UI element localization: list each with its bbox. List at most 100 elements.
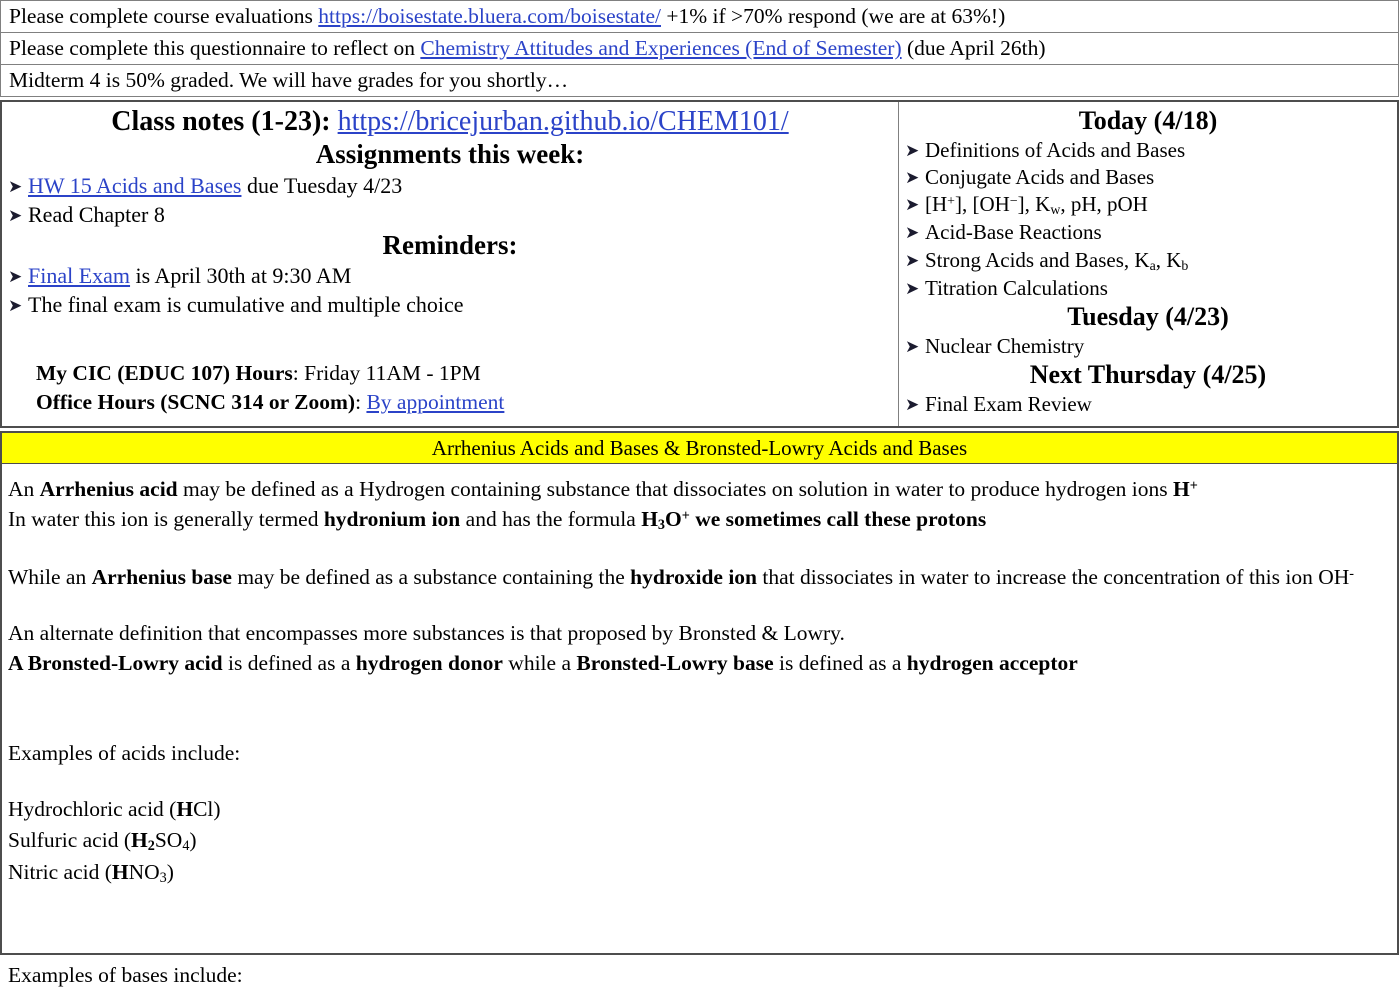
text-fragment: may be defined as a Hydrogen containing … <box>177 477 1173 501</box>
arrow-bullet-icon: ➤ <box>8 296 23 316</box>
announcement-text-post: +1% if >70% respond (we are at 63%!) <box>661 4 1006 28</box>
acid-name: Sulfuric acid ( <box>8 827 131 852</box>
acid-example-item: Hydrochloric acid (HCl) <box>8 794 1391 824</box>
term-arrhenius-acid: Arrhenius acid <box>39 477 178 501</box>
hw15-link[interactable]: HW 15 Acids and Bases <box>28 173 241 198</box>
term-arrhenius-base: Arrhenius base <box>91 565 232 590</box>
text-fragment: that dissociates in water to increase th… <box>757 565 1355 590</box>
agenda-item: ➤ Conjugate Acids and Bases <box>905 164 1391 191</box>
bases-examples-heading: Examples of bases include: <box>8 963 243 988</box>
questionnaire-link[interactable]: Chemistry Attitudes and Experiences (End… <box>420 36 901 60</box>
reminders-heading: Reminders: <box>382 229 518 260</box>
announcement-text-post: (due April 26th) <box>901 36 1046 60</box>
announcements-list: Please complete course evaluations https… <box>0 0 1399 97</box>
formula-bold-part: H <box>176 797 194 822</box>
agenda-item-label: Nuclear Chemistry <box>925 333 1085 358</box>
assignment-item: ➤ Read Chapter 8 <box>8 200 892 229</box>
agenda-item-label: Strong Acids and Bases, Ka, Kb <box>925 247 1189 273</box>
notes-column: Class notes (1-23): https://bricejurban.… <box>2 102 899 426</box>
text-fragment: is defined as a <box>773 651 907 676</box>
arrow-bullet-icon: ➤ <box>8 205 23 225</box>
course-evaluations-link[interactable]: https://boisestate.bluera.com/boisestate… <box>318 4 661 28</box>
announcement-text-pre: Midterm 4 is 50% graded. We will have gr… <box>9 68 569 92</box>
reminder-item: ➤ Final Exam is April 30th at 9:30 AM <box>8 261 892 290</box>
arrow-bullet-icon: ➤ <box>905 250 920 270</box>
agenda-item-label: [H+], [OH−], Kw, pH, pOH <box>925 192 1148 218</box>
agenda-item-label: Acid-Base Reactions <box>925 220 1102 245</box>
text-fragment: is defined as a <box>222 651 356 676</box>
formula-hydrogen-ion: H+ <box>1172 477 1198 501</box>
arrhenius-acid-line: An Arrhenius acid may be defined as a Hy… <box>8 474 1391 504</box>
formula-bold-part: H <box>111 859 129 884</box>
text-fragment: An <box>8 477 40 501</box>
term-hydrogen-donor: hydrogen donor <box>355 651 503 676</box>
by-appointment-link[interactable]: By appointment <box>366 390 504 414</box>
text-fragment: while a <box>502 651 577 676</box>
bronsted-definition-line: A Bronsted-Lowry acid is defined as a hy… <box>8 648 1391 678</box>
reminder-text: is April 30th at 9:30 AM <box>130 263 352 289</box>
agenda-column: Today (4/18) ➤ Definitions of Acids and … <box>899 102 1397 426</box>
arrow-bullet-icon: ➤ <box>905 167 920 187</box>
agenda-item: ➤ Strong Acids and Bases, Ka, Kb <box>905 247 1391 275</box>
acid-name: Nitric acid ( <box>8 859 112 884</box>
agenda-item: ➤ Final Exam Review <box>905 391 1391 418</box>
cic-hours-value: : Friday 11AM - 1PM <box>292 361 481 386</box>
hydronium-line: In water this ion is generally termed hy… <box>8 504 1391 536</box>
office-hours-row: Office Hours (SCNC 314 or Zoom): By appo… <box>8 388 892 417</box>
acid-example-item: Nitric acid (HNO3) <box>8 857 1391 889</box>
cic-hours-row: My CIC (EDUC 107) Hours: Friday 11AM - 1… <box>8 359 892 388</box>
office-hours-sep: : <box>355 389 367 414</box>
arrow-bullet-icon: ➤ <box>905 140 920 160</box>
arrow-bullet-icon: ➤ <box>905 394 920 414</box>
agenda-item: ➤ Definitions of Acids and Bases <box>905 137 1391 164</box>
arrow-bullet-icon: ➤ <box>905 278 920 298</box>
agenda-item-label: Titration Calculations <box>925 275 1108 300</box>
today-heading: Today (4/18) <box>1078 106 1218 135</box>
acid-example-item: Sulfuric acid (H2SO4) <box>8 825 1391 857</box>
class-notes-heading: Class notes (1-23): https://bricejurban.… <box>8 106 892 138</box>
course-board: Class notes (1-23): https://bricejurban.… <box>0 100 1399 428</box>
tuesday-heading: Tuesday (4/23) <box>1067 301 1229 331</box>
formula-bold-part: H2 <box>131 827 155 854</box>
agenda-item: ➤ Nuclear Chemistry <box>905 333 1391 360</box>
next-thursday-heading: Next Thursday (4/25) <box>1029 359 1267 389</box>
announcement-text-pre: Please complete course evaluations <box>9 4 319 28</box>
assignment-text: Read Chapter 8 <box>28 201 165 227</box>
final-exam-link[interactable]: Final Exam <box>28 263 130 288</box>
agenda-item: ➤ [H+], [OH−], Kw, pH, pOH <box>905 191 1391 219</box>
text-fragment: and has the formula <box>460 507 642 532</box>
slide-title-banner: Arrhenius Acids and Bases & Bronsted-Low… <box>2 433 1397 464</box>
agenda-item: ➤ Acid-Base Reactions <box>905 219 1391 246</box>
text-fragment: While an <box>8 565 92 590</box>
text-fragment: In water this ion is generally termed <box>8 507 324 532</box>
acid-name: Hydrochloric acid ( <box>8 797 177 822</box>
bronsted-intro-line: An alternate definition that encompasses… <box>8 621 845 646</box>
office-hours-label: Office Hours (SCNC 314 or Zoom) <box>36 389 356 414</box>
reminder-text: The final exam is cumulative and multipl… <box>28 292 464 318</box>
lecture-slide: Arrhenius Acids and Bases & Bronsted-Low… <box>0 431 1399 987</box>
arrow-bullet-icon: ➤ <box>905 195 920 215</box>
class-notes-label: Class notes (1-23): <box>111 106 331 137</box>
assignments-heading: Assignments this week: <box>315 139 585 170</box>
arrow-bullet-icon: ➤ <box>8 267 23 287</box>
agenda-item-label: Definitions of Acids and Bases <box>925 137 1186 162</box>
formula-rest: NO3) <box>128 859 174 886</box>
term-bronsted-lowry-acid: A Bronsted-Lowry acid <box>8 651 223 676</box>
formula-rest: Cl) <box>193 797 221 822</box>
assignment-text: due Tuesday 4/23 <box>241 172 403 198</box>
agenda-item-label: Conjugate Acids and Bases <box>925 164 1155 189</box>
term-hydronium-ion: hydronium ion <box>323 507 461 532</box>
class-notes-url-link[interactable]: https://bricejurban.github.io/CHEM101/ <box>338 106 789 137</box>
agenda-item-label: Final Exam Review <box>925 391 1092 416</box>
arrow-bullet-icon: ➤ <box>8 176 23 196</box>
term-hydroxide-ion: hydroxide ion <box>630 565 758 590</box>
agenda-item: ➤ Titration Calculations <box>905 275 1391 302</box>
slide-body: An Arrhenius acid may be defined as a Hy… <box>2 464 1397 991</box>
